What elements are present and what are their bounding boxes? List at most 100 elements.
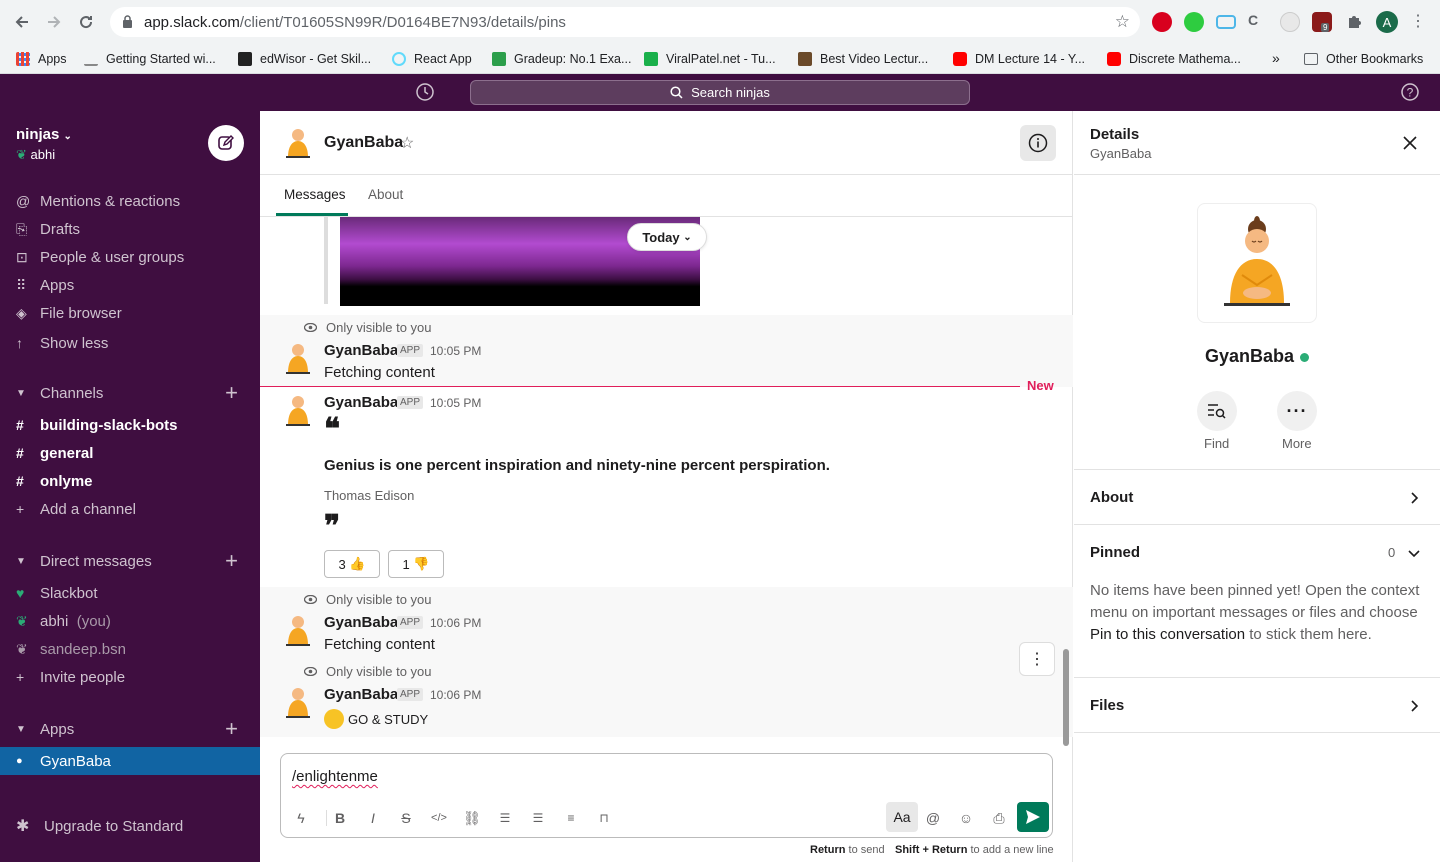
star-icon[interactable]: ☆ (400, 133, 414, 153)
message-timestamp[interactable]: 10:06 PM (430, 616, 481, 630)
strikethrough-icon[interactable]: S (392, 804, 420, 832)
bookmark-dm-lecture[interactable]: DM Lecture 14 - Y... (953, 52, 1085, 66)
date-divider-button[interactable]: Today ⌄ (627, 223, 707, 251)
message-composer[interactable]: /enlightenme ϟ B I S </> ⛓ ☰ ☰ ≡ ⊓ Aa @ … (280, 753, 1053, 838)
other-bookmarks[interactable]: Other Bookmarks (1304, 52, 1423, 66)
reload-icon[interactable] (71, 7, 101, 37)
shortcuts-lightning-icon[interactable]: ϟ (287, 804, 315, 832)
scrollbar[interactable] (1063, 649, 1069, 746)
sidebar-item-apps[interactable]: ⠿ Apps (0, 271, 260, 299)
close-icon[interactable] (1400, 133, 1420, 153)
reaction-thumbs-down[interactable]: 1 👎 (388, 550, 444, 578)
message-avatar[interactable] (280, 684, 316, 720)
bookmark-discrete-math[interactable]: Discrete Mathema... (1107, 52, 1241, 66)
address-bar[interactable]: app.slack.com/client/T01605SN99R/D0164BE… (110, 7, 1140, 37)
italic-icon[interactable]: I (359, 804, 387, 832)
message-more-actions-button[interactable]: ⋮ (1019, 642, 1055, 676)
bulleted-list-icon[interactable]: ☰ (524, 804, 552, 832)
attachment-icon[interactable]: ⎙ (985, 804, 1013, 832)
link-icon[interactable]: ⛓ (458, 804, 486, 832)
chevron-right-icon[interactable] (1408, 492, 1420, 504)
sidebar-app-gyanbaba[interactable]: ● GyanBaba (0, 747, 260, 775)
bookmark-gradeup[interactable]: Gradeup: No.1 Exa... (492, 52, 631, 66)
formatting-toggle-button[interactable]: Aa (886, 802, 918, 832)
workspace-name[interactable]: ninjas ⌄ (16, 126, 72, 143)
history-icon[interactable] (415, 82, 435, 102)
bookmark-getting-started[interactable]: Getting Started wi... (84, 52, 216, 66)
sidebar-dm-abhi[interactable]: ❦ abhi (you) (0, 607, 260, 635)
chevron-right-icon[interactable] (1408, 700, 1420, 712)
mention-icon[interactable]: @ (919, 804, 947, 832)
forward-icon[interactable] (39, 7, 69, 37)
dms-section-header[interactable]: ▼ Direct messages + (0, 547, 260, 575)
sidebar-item-file-browser[interactable]: ◈ File browser (0, 299, 260, 327)
sidebar-channel-building-slack-bots[interactable]: # building-slack-bots (0, 411, 260, 439)
composer-input[interactable]: /enlightenme (292, 768, 378, 785)
tab-about[interactable]: About (368, 187, 403, 202)
about-section-toggle[interactable]: About (1090, 489, 1133, 506)
add-channel-link[interactable]: + Add a channel (0, 495, 260, 523)
sidebar-dm-sandeep[interactable]: ❦ sandeep.bsn (0, 635, 260, 663)
sidebar-item-show-less[interactable]: ↑ Show less (0, 329, 260, 357)
add-dm-plus-icon[interactable]: + (225, 548, 238, 574)
search-bar[interactable]: Search ninjas (470, 80, 970, 105)
send-button[interactable] (1017, 802, 1049, 832)
code-extension-icon[interactable]: C (1248, 12, 1268, 32)
bookmark-react-app[interactable]: React App (392, 52, 472, 66)
add-channel-plus-icon[interactable]: + (225, 380, 238, 406)
message-avatar[interactable] (280, 392, 316, 428)
blockquote-icon[interactable]: ≡ (557, 804, 585, 832)
code-block-icon[interactable]: ⊓ (590, 804, 618, 832)
pinned-section-toggle[interactable]: Pinned (1090, 544, 1140, 561)
browser-menu-icon[interactable]: ⋮ (1410, 12, 1426, 32)
message-sender[interactable]: GyanBaba (324, 394, 398, 411)
apps-section-header[interactable]: ▼ Apps + (0, 715, 260, 743)
message-avatar[interactable] (280, 340, 316, 376)
emoji-icon[interactable]: ☺ (952, 804, 980, 832)
message-sender[interactable]: GyanBaba (324, 614, 398, 631)
code-icon[interactable]: </> (425, 804, 453, 832)
sidebar-item-people[interactable]: ⊡ People & user groups (0, 243, 260, 271)
find-button[interactable] (1197, 391, 1237, 431)
bookmark-video-lectures[interactable]: Best Video Lectur... (798, 52, 928, 66)
sidebar-dm-slackbot[interactable]: ♥ Slackbot (0, 579, 260, 607)
bookmark-apps[interactable]: Apps (16, 52, 67, 66)
tab-messages[interactable]: Messages (284, 187, 346, 202)
bookmarks-overflow[interactable]: » (1272, 50, 1280, 66)
channel-title[interactable]: GyanBaba (324, 134, 403, 152)
screen-extension-icon[interactable] (1216, 15, 1236, 29)
sidebar-item-mentions[interactable]: @ Mentions & reactions (0, 187, 260, 215)
profile-avatar[interactable]: A (1376, 11, 1398, 33)
message-timestamp[interactable]: 10:06 PM (430, 688, 481, 702)
back-icon[interactable] (7, 7, 37, 37)
adblock-extension-icon[interactable] (1152, 12, 1172, 32)
bookmark-viralpatel[interactable]: ViralPatel.net - Tu... (644, 52, 776, 66)
chevron-down-icon[interactable] (1408, 547, 1420, 559)
help-icon[interactable]: ? (1400, 82, 1420, 102)
channels-section-header[interactable]: ▼ Channels + (0, 379, 260, 407)
puzzle-icon[interactable] (1346, 12, 1364, 30)
bold-icon[interactable]: B (326, 804, 354, 832)
shield-extension-icon[interactable]: 9 (1312, 12, 1332, 32)
owl-extension-icon[interactable] (1280, 12, 1300, 32)
message-timestamp[interactable]: 10:05 PM (430, 396, 481, 410)
invite-people-link[interactable]: + Invite people (0, 663, 260, 691)
bookmark-star-icon[interactable]: ☆ (1115, 12, 1130, 32)
message-timestamp[interactable]: 10:05 PM (430, 344, 481, 358)
message-avatar[interactable] (280, 612, 316, 648)
files-section-toggle[interactable]: Files (1090, 697, 1124, 714)
sidebar-channel-general[interactable]: # general (0, 439, 260, 467)
bookmark-edwisor[interactable]: edWisor - Get Skil... (238, 52, 371, 66)
message-sender[interactable]: GyanBaba (324, 686, 398, 703)
profile-picture[interactable] (1197, 203, 1317, 323)
reaction-thumbs-up[interactable]: 3 👍 (324, 550, 380, 578)
more-button[interactable]: ··· (1277, 391, 1317, 431)
message-sender[interactable]: GyanBaba (324, 342, 398, 359)
compose-button[interactable] (208, 125, 244, 161)
sidebar-item-drafts[interactable]: ⎘ Drafts (0, 215, 260, 243)
details-info-button[interactable] (1020, 125, 1056, 161)
add-app-plus-icon[interactable]: + (225, 716, 238, 742)
ordered-list-icon[interactable]: ☰ (491, 804, 519, 832)
sidebar-channel-onlyme[interactable]: # onlyme (0, 467, 260, 495)
green-extension-icon[interactable] (1184, 12, 1204, 32)
